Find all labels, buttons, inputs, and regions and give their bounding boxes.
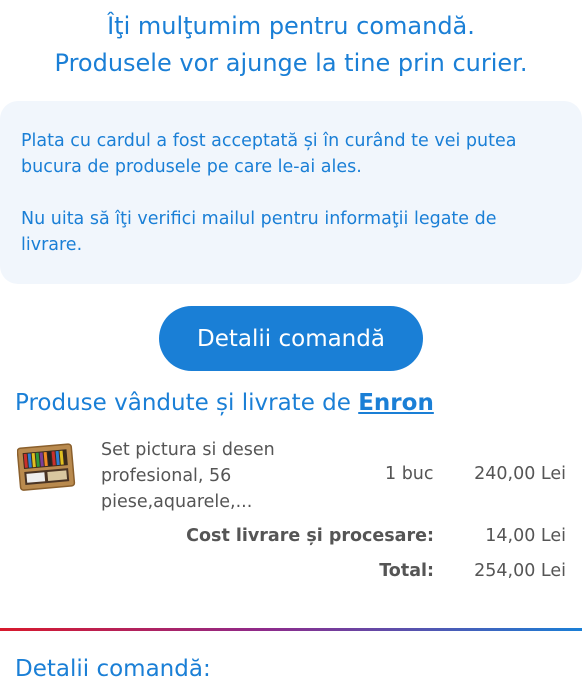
seller-link[interactable]: Enron	[358, 390, 434, 416]
check-email-text: Nu uita să îţi verifici mailul pentru in…	[21, 209, 497, 255]
section-divider	[0, 628, 582, 631]
seller-heading: Produse vândute și livrate de Enron	[15, 390, 434, 416]
thank-you-message: Îţi mulţumim pentru comandă. Produsele v…	[0, 8, 582, 82]
seller-prefix: Produse vândute și livrate de	[15, 390, 351, 416]
thank-you-line-2: Produsele vor ajunge la tine prin curier…	[54, 49, 528, 77]
shipping-cost-label: Cost livrare și procesare:	[186, 526, 434, 546]
payment-accepted-text: Plata cu cardul a fost acceptată și în c…	[21, 131, 517, 177]
total-label: Total:	[379, 561, 434, 581]
art-set-case-icon[interactable]	[17, 443, 77, 493]
shipping-cost-value: 14,00 Lei	[485, 526, 566, 546]
product-price: 240,00 Lei	[474, 464, 566, 484]
product-name[interactable]: Set pictura si desen profesional, 56 pie…	[101, 437, 301, 515]
total-value: 254,00 Lei	[474, 561, 566, 581]
product-quantity: 1 buc	[385, 464, 434, 484]
thank-you-line-1: Îţi mulţumim pentru comandă.	[107, 12, 475, 40]
payment-info-box: Plata cu cardul a fost acceptată și în c…	[0, 101, 582, 284]
order-details-button[interactable]: Detalii comandă	[159, 306, 423, 371]
order-details-heading: Detalii comandă:	[15, 656, 211, 682]
